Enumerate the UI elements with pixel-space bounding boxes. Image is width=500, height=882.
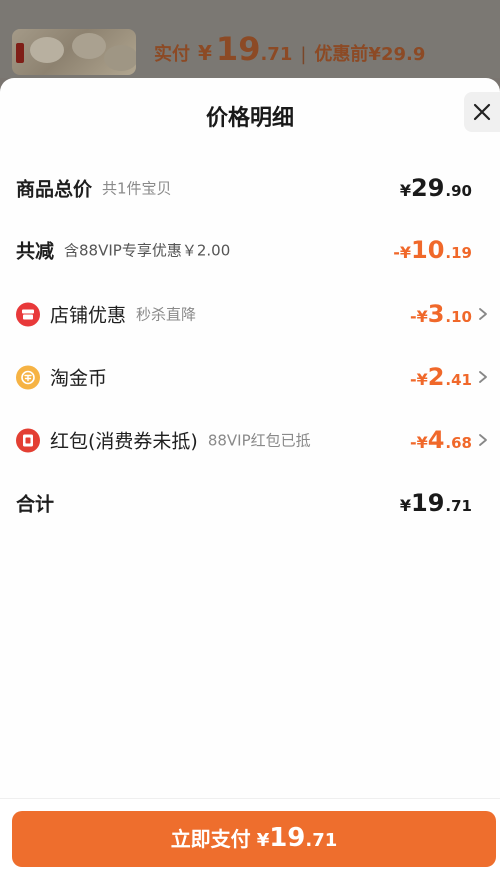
amount-decimal: .68 [445, 434, 472, 452]
price-separator: | [300, 44, 307, 65]
shop-discount-amount: -¥ 3 .10 [410, 300, 472, 328]
taojinbi-label: 淘金币 [50, 367, 108, 390]
minus-currency: -¥ [409, 307, 428, 326]
product-thumbnail [12, 29, 136, 75]
amount-decimal: .71 [445, 497, 472, 515]
shop-icon [16, 302, 40, 326]
amount-integer: 10 [411, 236, 445, 264]
coin-icon [16, 365, 40, 389]
total-discount-amount: -¥ 10 .19 [393, 236, 472, 264]
pay-currency: ¥ [256, 830, 270, 851]
original-price: 优惠前¥29.9 [314, 44, 426, 65]
vip-discount-note: 含88VIP专享优惠￥2.00 [64, 241, 231, 260]
chevron-right-icon [479, 308, 487, 320]
paid-currency: ¥ [198, 41, 212, 65]
price-detail-sheet: 价格明细 商品总价 共1件宝贝 ¥ 29 .90 共减 含88VIP专享优惠￥2… [0, 78, 500, 881]
pay-now-label: 立即支付 [170, 827, 251, 851]
sum-amount: ¥ 19 .71 [400, 489, 472, 517]
chevron-right-icon [479, 371, 487, 383]
amount-integer: 2 [427, 363, 445, 391]
item-count: 共1件宝贝 [102, 179, 172, 198]
shop-discount-note: 秒杀直降 [136, 305, 197, 324]
order-summary-bar: 实付 ¥ 19 .71 | 优惠前¥29.9 [0, 0, 500, 78]
currency-symbol: ¥ [399, 181, 412, 200]
paid-decimal: .71 [260, 44, 293, 65]
red-envelope-amount: -¥ 4 .68 [410, 426, 472, 454]
red-envelope-note: 88VIP红包已抵 [207, 431, 311, 450]
footer-bar: 立即支付 ¥ 19 .71 [0, 798, 500, 882]
paid-price-summary: 实付 ¥ 19 .71 | 优惠前¥29.9 [154, 30, 425, 70]
shop-discount-label: 店铺优惠 [50, 304, 127, 327]
red-envelope-label: 红包(消费券未抵) [50, 430, 198, 453]
row-red-envelope[interactable]: 红包(消费券未抵) 88VIP红包已抵 -¥ 4 .68 [0, 420, 500, 460]
sheet-title: 价格明细 [205, 106, 294, 131]
currency-symbol: ¥ [399, 496, 412, 515]
amount-decimal: .41 [445, 371, 472, 389]
pay-now-button[interactable]: 立即支付 ¥ 19 .71 [12, 811, 496, 867]
pay-decimal: .71 [305, 830, 338, 851]
amount-integer: 29 [411, 174, 445, 202]
amount-integer: 3 [427, 300, 445, 328]
sum-label: 合计 [16, 493, 55, 516]
minus-currency: -¥ [409, 370, 428, 389]
paid-integer: 19 [215, 30, 261, 68]
close-icon [473, 103, 491, 121]
pay-integer: 19 [269, 823, 306, 853]
total-discount-label: 共减 [16, 240, 55, 263]
row-shop-discount[interactable]: 店铺优惠 秒杀直降 -¥ 3 .10 [0, 294, 500, 334]
row-total-discount: 共减 含88VIP专享优惠￥2.00 -¥ 10 .19 [0, 230, 500, 270]
paid-label: 实付 [154, 44, 190, 65]
minus-currency: -¥ [409, 433, 428, 452]
row-total-price: 商品总价 共1件宝贝 ¥ 29 .90 [0, 168, 500, 208]
amount-decimal: .10 [445, 308, 472, 326]
close-button[interactable] [464, 92, 500, 132]
minus-currency: -¥ [393, 243, 412, 262]
chevron-right-icon [479, 434, 487, 446]
red-envelope-icon [16, 428, 40, 452]
amount-integer: 19 [411, 489, 445, 517]
amount-integer: 4 [427, 426, 445, 454]
row-taojinbi[interactable]: 淘金币 -¥ 2 .41 [0, 357, 500, 397]
total-price-amount: ¥ 29 .90 [400, 174, 472, 202]
amount-decimal: .90 [445, 182, 472, 200]
row-sum: 合计 ¥ 19 .71 [0, 483, 500, 523]
taojinbi-amount: -¥ 2 .41 [410, 363, 472, 391]
amount-decimal: .19 [445, 244, 472, 262]
total-price-label: 商品总价 [16, 178, 93, 201]
